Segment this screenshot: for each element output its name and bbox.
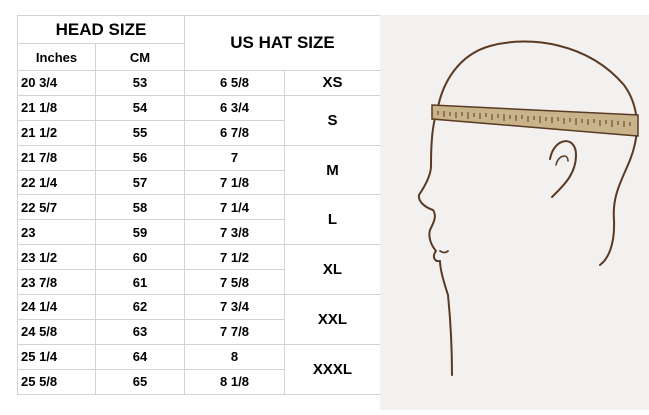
table-row: 21 7/8 56 7 M <box>17 144 381 196</box>
table-row: 22 5/7 58 7 1/4 L <box>17 194 381 246</box>
inches-cell: 24 1/4 <box>17 294 96 320</box>
cm-cell: 53 <box>95 70 185 96</box>
hat-size-cell: 8 1/8 <box>184 368 285 395</box>
size-label-xxxl: XXXL <box>284 343 381 395</box>
head-size-header: HEAD SIZE <box>17 15 185 44</box>
inches-cell: 25 5/8 <box>17 368 96 395</box>
measuring-tape <box>431 104 639 137</box>
cm-cell: 58 <box>95 194 185 221</box>
table-header-row: HEAD SIZE US HAT SIZE <box>17 15 381 71</box>
head-measurement-illustration <box>380 15 649 410</box>
head-outline <box>417 40 638 376</box>
size-label-s: S <box>284 94 381 146</box>
cm-cell: 61 <box>95 269 185 296</box>
hat-size-cell: 7 1/4 <box>184 194 285 221</box>
us-hat-size-header: US HAT SIZE <box>184 15 381 71</box>
chin-line <box>439 250 449 254</box>
cm-cell: 54 <box>95 94 185 121</box>
hat-size-cell: 7 1/2 <box>184 244 285 271</box>
ear-inner <box>555 155 569 166</box>
hat-size-cell: 6 5/8 <box>184 70 285 96</box>
cm-cell: 59 <box>95 219 185 246</box>
cm-cell: 60 <box>95 244 185 271</box>
inches-cell: 22 5/7 <box>17 194 96 221</box>
inches-cell: 20 3/4 <box>17 70 96 96</box>
inches-cell: 21 7/8 <box>17 144 96 171</box>
cm-cell: 55 <box>95 119 185 146</box>
table-row: 25 1/4 64 8 XXXL <box>17 343 381 395</box>
head-measurement-icon <box>417 40 639 376</box>
hat-size-cell: 7 3/8 <box>184 219 285 246</box>
inches-cell: 25 1/4 <box>17 343 96 370</box>
size-label-l: L <box>284 194 381 246</box>
cm-cell: 63 <box>95 318 185 345</box>
size-label-xl: XL <box>284 244 381 296</box>
cm-cell: 64 <box>95 343 185 370</box>
hat-size-cell: 7 5/8 <box>184 269 285 296</box>
inches-cell: 23 7/8 <box>17 269 96 296</box>
inches-cell: 23 <box>17 219 96 246</box>
cm-cell: 56 <box>95 144 185 171</box>
hat-size-cell: 7 1/8 <box>184 169 285 196</box>
hat-size-cell: 7 3/4 <box>184 294 285 320</box>
table-row: 24 1/4 62 7 3/4 XXL <box>17 294 381 345</box>
size-label-m: M <box>284 144 381 196</box>
hat-size-cell: 7 <box>184 144 285 171</box>
table-row: 23 1/2 60 7 1/2 XL <box>17 244 381 296</box>
hat-size-cell: 7 7/8 <box>184 318 285 345</box>
inches-cell: 22 1/4 <box>17 169 96 196</box>
cm-cell: 65 <box>95 368 185 395</box>
inches-cell: 21 1/2 <box>17 119 96 146</box>
table-row: 20 3/4 53 6 5/8 XS <box>17 70 381 96</box>
cm-cell: 62 <box>95 294 185 320</box>
hat-size-cell: 8 <box>184 343 285 370</box>
inches-cell: 23 1/2 <box>17 244 96 271</box>
size-label-xs: XS <box>284 70 381 96</box>
inches-cell: 24 5/8 <box>17 318 96 345</box>
hat-size-table: HEAD SIZE US HAT SIZE Inches CM 20 3/4 5… <box>17 15 381 395</box>
cm-cell: 57 <box>95 169 185 196</box>
inches-column-header: Inches <box>17 43 96 71</box>
cm-column-header: CM <box>95 43 185 71</box>
hat-size-cell: 6 7/8 <box>184 119 285 146</box>
inches-cell: 21 1/8 <box>17 94 96 121</box>
size-label-xxl: XXL <box>284 294 381 345</box>
table-row: 21 1/8 54 6 3/4 S <box>17 94 381 146</box>
hat-size-cell: 6 3/4 <box>184 94 285 121</box>
ear-outline <box>549 140 578 198</box>
